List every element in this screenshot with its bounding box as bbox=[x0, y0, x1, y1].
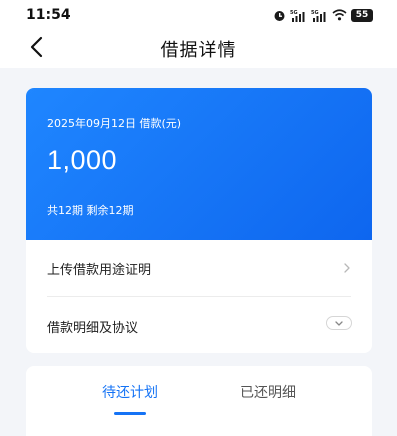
loan-card: 2025年09月12日 借款(元) 1,000 共12期 剩余12期 上传借款用… bbox=[26, 88, 372, 353]
top-area: 11:54 5G 5G 55 借据详情 bbox=[0, 0, 397, 68]
wifi-icon bbox=[332, 9, 347, 21]
upload-proof-row[interactable]: 上传借款用途证明 bbox=[26, 240, 372, 296]
alarm-icon bbox=[273, 9, 286, 22]
page-title: 借据详情 bbox=[160, 40, 237, 61]
signal-5g-icon: 5G bbox=[311, 9, 328, 22]
divider bbox=[47, 296, 351, 297]
battery-icon: 55 bbox=[351, 8, 373, 22]
tab-repayment-plan[interactable]: 待还计划 bbox=[102, 382, 158, 402]
loan-summary: 2025年09月12日 借款(元) 1,000 共12期 剩余12期 bbox=[26, 88, 372, 240]
status-icons: 5G 5G 55 bbox=[273, 7, 373, 23]
tab-repaid-details[interactable]: 已还明细 bbox=[240, 382, 296, 402]
signal-5g-icon: 5G bbox=[290, 9, 307, 22]
expand-toggle[interactable] bbox=[326, 316, 352, 330]
loan-amount: 1,000 bbox=[47, 145, 118, 175]
loan-date-label: 2025年09月12日 借款(元) bbox=[47, 117, 182, 130]
details-agreement-row[interactable]: 借款明细及协议 bbox=[26, 298, 372, 353]
tabs-panel: 待还计划 已还明细 bbox=[26, 366, 372, 436]
main-content: 2025年09月12日 借款(元) 1,000 共12期 剩余12期 上传借款用… bbox=[8, 68, 391, 436]
status-time: 11:54 bbox=[26, 7, 71, 23]
chevron-right-icon bbox=[344, 263, 350, 273]
svg-text:5G: 5G bbox=[311, 10, 319, 16]
navigation-bar: 借据详情 bbox=[0, 28, 397, 68]
chevron-down-icon bbox=[335, 320, 343, 326]
details-agreement-label: 借款明细及协议 bbox=[47, 321, 139, 336]
svg-text:5G: 5G bbox=[290, 10, 298, 16]
status-bar: 11:54 5G 5G 55 bbox=[0, 0, 397, 28]
active-tab-indicator bbox=[114, 412, 146, 415]
loan-terms: 共12期 剩余12期 bbox=[47, 204, 134, 217]
upload-proof-label: 上传借款用途证明 bbox=[47, 263, 152, 278]
